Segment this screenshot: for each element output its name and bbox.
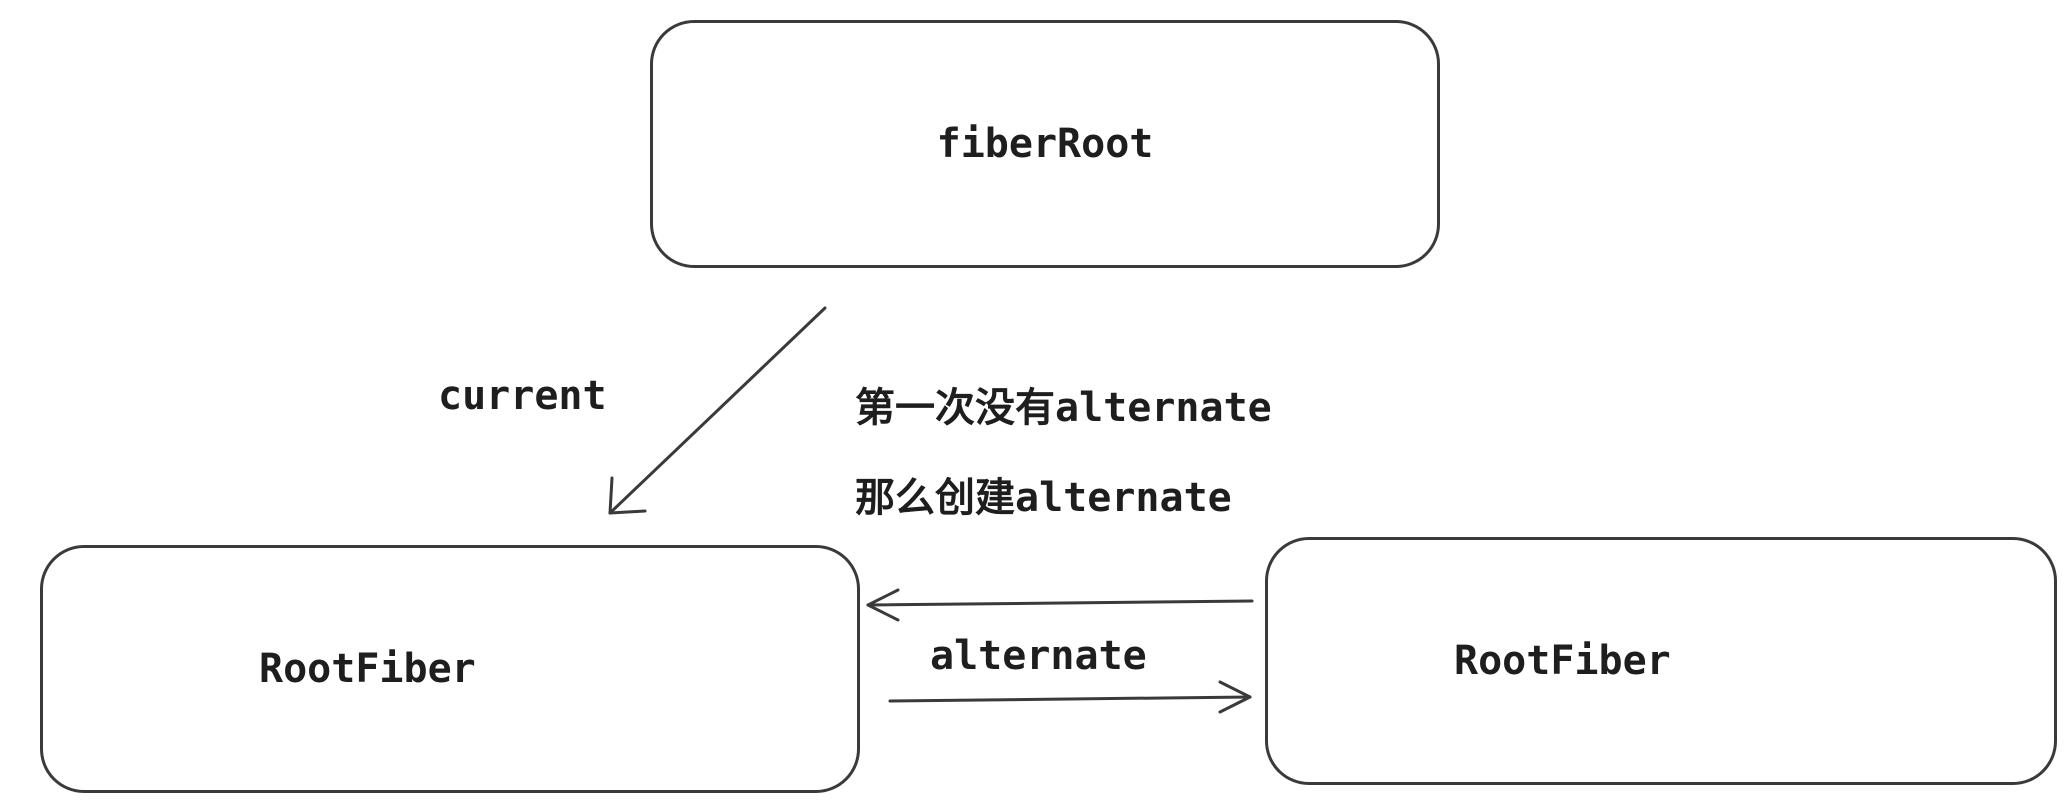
alternate-back-arrow [866,588,1254,622]
alternate-edge-label: alternate [930,633,1147,679]
alternate-forward-arrow [888,680,1252,714]
note-line-1: 第一次没有alternate [855,385,1272,431]
note-line-2: 那么创建alternate [855,475,1232,521]
current-arrow [608,306,827,515]
diagram-canvas: fiberRoot RootFiber RootFiber current al… [0,0,2070,800]
current-edge-label: current [438,373,607,419]
